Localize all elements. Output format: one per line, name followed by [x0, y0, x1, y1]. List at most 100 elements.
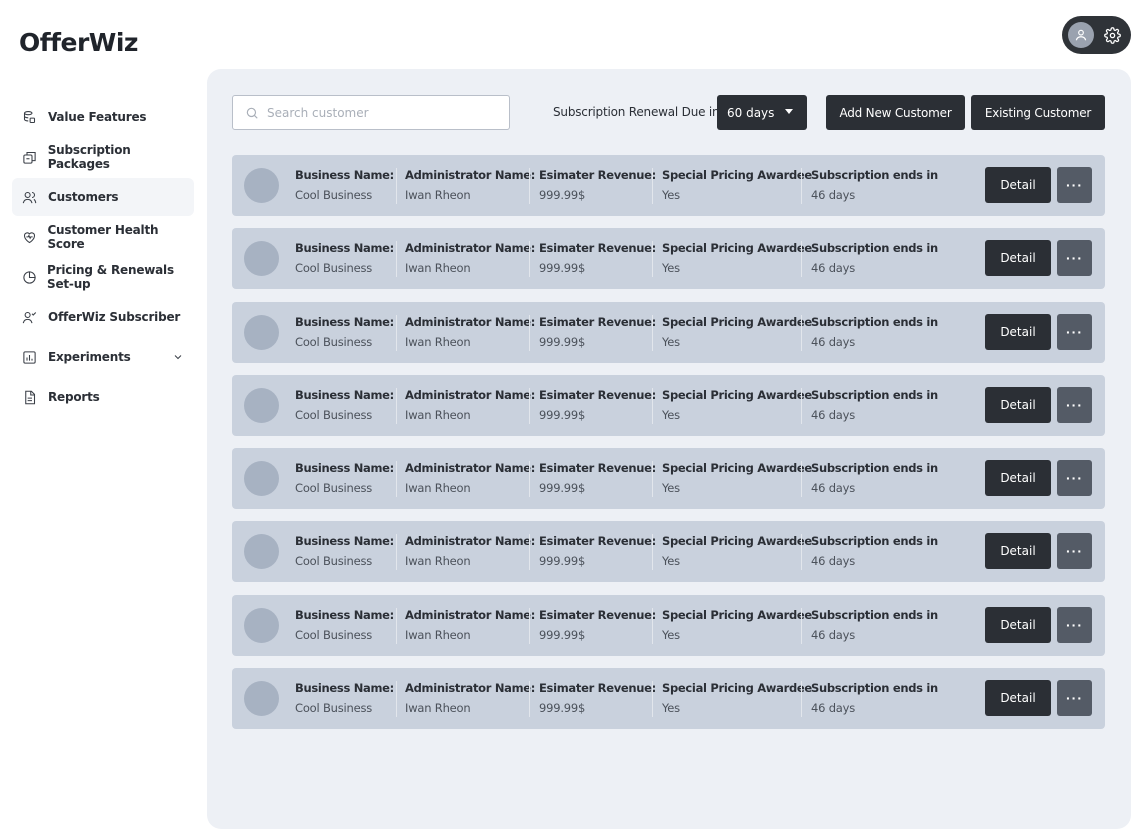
sidebar-item-pricing-renewals-set-up[interactable]: Pricing & Renewals Set-up	[12, 258, 194, 296]
column-divider	[529, 314, 530, 351]
field-revenue-value: 999.99$	[539, 481, 586, 496]
field-revenue-value: 999.99$	[539, 334, 586, 349]
field-special-label: Special Pricing Awardee	[662, 607, 812, 622]
field-revenue-label: Esimater Revenue:	[539, 681, 656, 696]
field-ends: Subscription ends in 46 days	[811, 461, 938, 495]
more-options-icon[interactable]: ···	[1057, 167, 1092, 203]
column-divider	[396, 534, 397, 571]
field-special: Special Pricing Awardee Yes	[662, 315, 812, 349]
sidebar-item-experiments[interactable]: Experiments	[12, 338, 194, 376]
more-options-icon[interactable]: ···	[1057, 606, 1092, 643]
detail-button[interactable]: Detail	[985, 533, 1051, 570]
detail-button[interactable]: Detail	[985, 167, 1051, 203]
detail-button[interactable]: Detail	[985, 313, 1051, 350]
more-options-icon[interactable]: ···	[1057, 680, 1092, 717]
existing-customer-button[interactable]: Existing Customer	[971, 95, 1105, 130]
field-special-label: Special Pricing Awardee	[662, 681, 812, 696]
field-business-value: Cool Business	[295, 701, 373, 716]
search-input[interactable]	[267, 105, 497, 120]
column-divider	[652, 241, 653, 278]
detail-button[interactable]: Detail	[985, 680, 1051, 717]
settings-gear-icon[interactable]	[1103, 26, 1121, 44]
field-special-label: Special Pricing Awardee	[662, 241, 812, 256]
field-admin: Administrator Name: Iwan Rheon	[405, 534, 535, 568]
customer-row: Business Name: Cool Business Administrator…	[232, 155, 1105, 216]
field-business: Business Name: Cool Business	[295, 388, 394, 422]
field-ends-label: Subscription ends in	[811, 534, 938, 549]
detail-button[interactable]: Detail	[985, 606, 1051, 643]
customer-avatar	[244, 168, 279, 203]
column-divider	[801, 314, 802, 351]
field-special-value: Yes	[662, 554, 680, 569]
field-special: Special Pricing Awardee Yes	[662, 534, 812, 568]
column-divider	[529, 607, 530, 644]
field-special: Special Pricing Awardee Yes	[662, 608, 812, 642]
more-options-icon[interactable]: ···	[1057, 460, 1092, 497]
sidebar-item-value-features[interactable]: Value Features	[12, 98, 194, 136]
column-divider	[801, 461, 802, 498]
user-avatar-icon[interactable]	[1068, 22, 1094, 48]
field-admin-value: Iwan Rheon	[405, 554, 471, 569]
column-divider	[529, 241, 530, 278]
field-business-label: Business Name:	[295, 314, 394, 329]
sidebar-item-label: Value Features	[48, 110, 147, 124]
detail-button[interactable]: Detail	[985, 386, 1051, 423]
sidebar-item-subscription-packages[interactable]: Subscription Packages	[12, 138, 194, 176]
field-special: Special Pricing Awardee Yes	[662, 681, 812, 715]
sidebar-item-reports[interactable]: Reports	[12, 378, 194, 416]
field-business-value: Cool Business	[295, 261, 373, 276]
field-ends-value: 46 days	[811, 627, 856, 642]
field-revenue-value: 999.99$	[539, 188, 586, 202]
more-options-icon[interactable]: ···	[1057, 240, 1092, 277]
sidebar-item-customers[interactable]: Customers	[12, 178, 194, 216]
field-ends-label: Subscription ends in	[811, 681, 938, 696]
field-revenue-label: Esimater Revenue:	[539, 607, 656, 622]
field-revenue-label: Esimater Revenue:	[539, 314, 656, 329]
more-options-icon[interactable]: ···	[1057, 533, 1092, 570]
renewal-dropdown[interactable]: 60 days	[717, 95, 807, 130]
heart-pulse-icon	[22, 229, 37, 245]
add-new-customer-button[interactable]: Add New Customer	[826, 95, 965, 130]
sidebar-item-customer-health-score[interactable]: Customer Health Score	[12, 218, 194, 256]
field-special-label: Special Pricing Awardee	[662, 168, 812, 182]
search-box[interactable]	[232, 95, 510, 130]
field-business-value: Cool Business	[295, 407, 373, 422]
column-divider	[652, 461, 653, 498]
field-special: Special Pricing Awardee Yes	[662, 241, 812, 275]
renewal-dropdown-value: 60 days	[727, 105, 775, 120]
column-divider	[801, 607, 802, 644]
sidebar-item-label: Reports	[48, 390, 100, 404]
renewal-label: Subscription Renewal Due in:	[553, 105, 724, 119]
field-admin-label: Administrator Name:	[405, 461, 536, 476]
more-options-icon[interactable]: ···	[1057, 313, 1092, 350]
field-special: Special Pricing Awardee Yes	[662, 461, 812, 495]
field-ends: Subscription ends in 46 days	[811, 388, 938, 422]
column-divider	[396, 241, 397, 278]
sidebar-item-label: Customers	[48, 190, 119, 204]
field-admin-label: Administrator Name:	[405, 534, 536, 549]
detail-button[interactable]: Detail	[985, 240, 1051, 277]
field-admin: Administrator Name: Iwan Rheon	[405, 241, 535, 275]
field-business-value: Cool Business	[295, 554, 373, 569]
customer-row: Business Name: Cool Business Administrator…	[232, 668, 1105, 730]
field-business: Business Name: Cool Business	[295, 534, 394, 568]
field-admin: Administrator Name: Iwan Rheon	[405, 168, 535, 202]
customer-row: Business Name: Cool Business Administrator…	[232, 301, 1105, 363]
field-revenue: Esimater Revenue: 999.99$	[539, 388, 656, 422]
field-admin-label: Administrator Name:	[405, 314, 536, 329]
field-revenue: Esimater Revenue: 999.99$	[539, 241, 656, 275]
field-ends: Subscription ends in 46 days	[811, 315, 938, 349]
field-business-value: Cool Business	[295, 188, 373, 202]
field-revenue: Esimater Revenue: 999.99$	[539, 681, 656, 715]
sidebar-item-offerwiz-subscriber[interactable]: OfferWiz Subscriber	[12, 298, 194, 336]
detail-button[interactable]: Detail	[985, 460, 1051, 497]
customer-row: Business Name: Cool Business Administrator…	[232, 448, 1105, 510]
account-menu[interactable]	[1062, 16, 1131, 54]
main-panel: Subscription Renewal Due in: 60 days Add…	[207, 69, 1131, 829]
more-options-icon[interactable]: ···	[1057, 386, 1092, 423]
field-ends: Subscription ends in 46 days	[811, 241, 938, 275]
customer-row: Business Name: Cool Business Administrator…	[232, 594, 1105, 656]
field-admin: Administrator Name: Iwan Rheon	[405, 608, 535, 642]
column-divider	[652, 314, 653, 351]
chevron-down-icon[interactable]	[172, 351, 184, 363]
